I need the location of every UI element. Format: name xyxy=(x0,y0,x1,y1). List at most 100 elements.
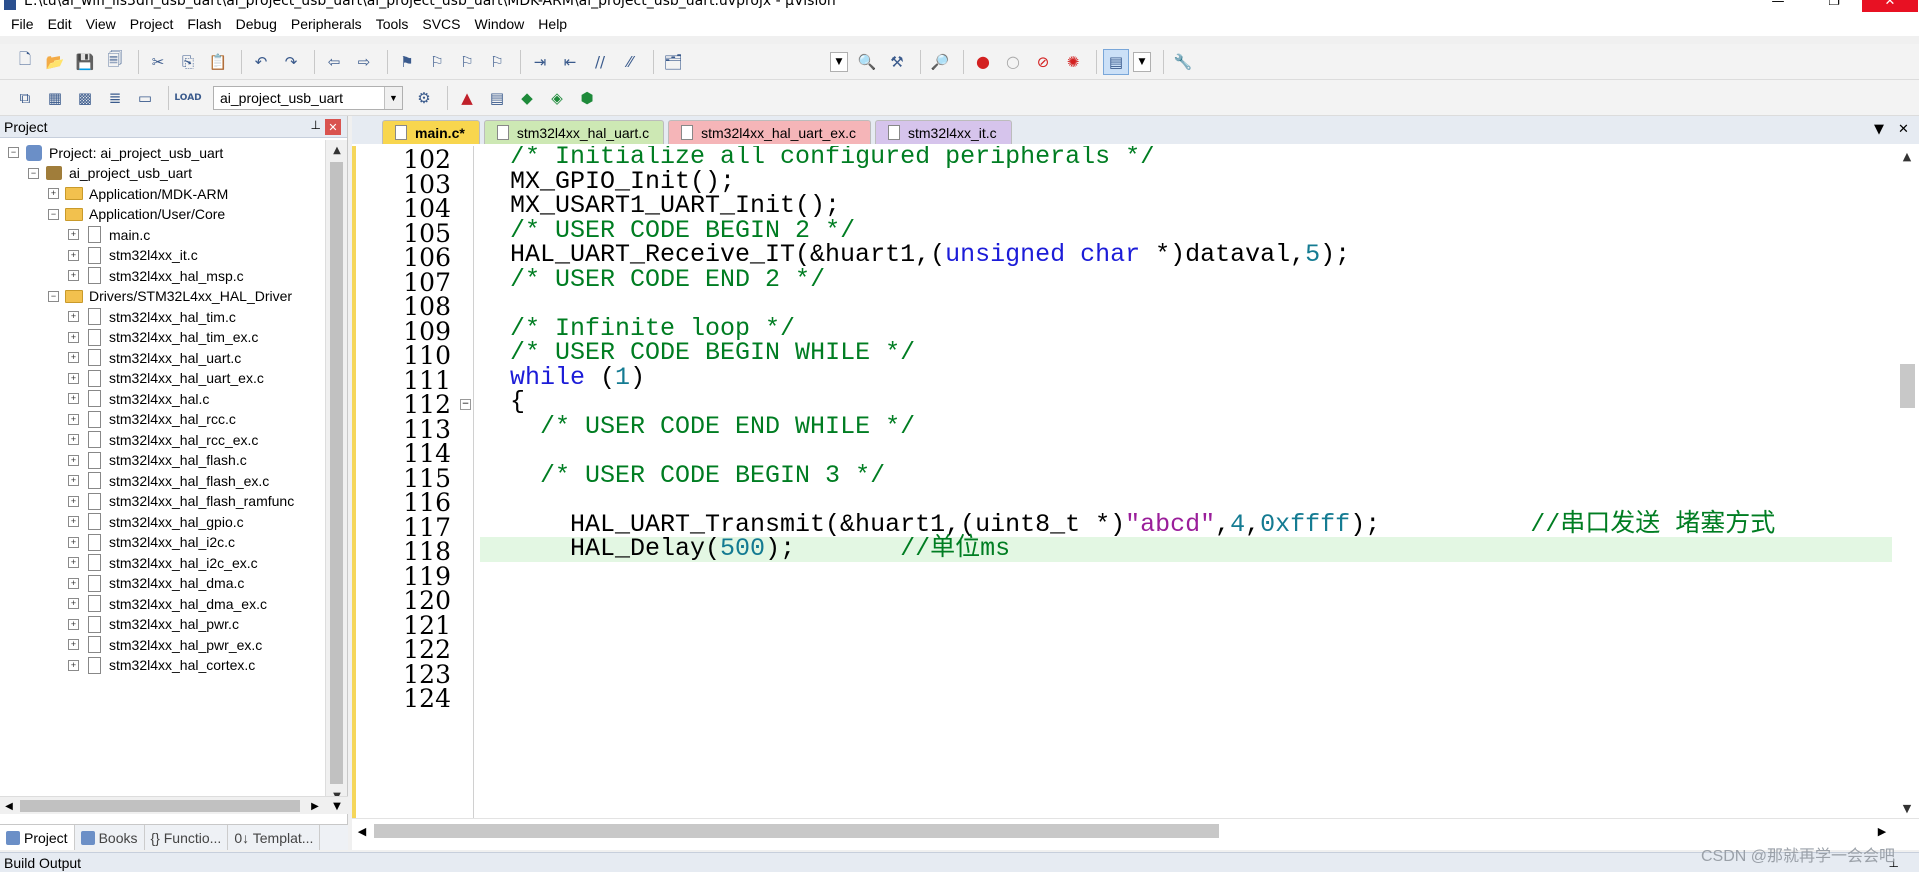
find-dropdown-arrow[interactable]: ▼ xyxy=(830,51,848,72)
collapse-icon[interactable]: − xyxy=(48,208,59,220)
scrollbar-thumb[interactable] xyxy=(330,162,343,784)
menu-edit[interactable]: Edit xyxy=(41,16,79,32)
code-line[interactable] xyxy=(480,611,1892,636)
menu-svcs[interactable]: SVCS xyxy=(415,16,467,32)
paste-icon[interactable]: 📋 xyxy=(205,49,231,75)
menu-tools[interactable]: Tools xyxy=(369,16,416,32)
download-icon[interactable]: LOAD xyxy=(174,85,201,111)
expand-icon[interactable]: + xyxy=(68,516,79,527)
incremental-find-icon[interactable]: ⚒ xyxy=(884,49,910,75)
new-file-icon[interactable]: 🗋 xyxy=(12,49,38,75)
window-layout-icon[interactable]: ▤ xyxy=(1103,48,1129,75)
scroll-right-arrow[interactable]: ▶ xyxy=(306,797,324,815)
code-line[interactable] xyxy=(480,684,1892,709)
code-line[interactable]: /* USER CODE BEGIN WHILE */ xyxy=(480,340,1892,366)
bookmark-clear-icon[interactable]: ⚐ xyxy=(484,49,510,75)
scrollbar-thumb[interactable] xyxy=(20,800,300,812)
bookmark-toggle-icon[interactable]: ⚑ xyxy=(394,49,420,75)
undo-icon[interactable]: ↶ xyxy=(248,49,274,75)
find-icon[interactable]: 🔍 xyxy=(854,49,880,75)
scrollbar-thumb[interactable] xyxy=(1900,364,1915,408)
target-select[interactable]: ai_project_usb_uart ▼ xyxy=(213,85,403,110)
expand-icon[interactable]: + xyxy=(68,270,79,281)
save-icon[interactable]: 💾 xyxy=(72,49,98,75)
panel-tab-functions[interactable]: {} Functio... xyxy=(145,825,229,850)
expand-icon[interactable]: + xyxy=(68,598,79,609)
pack-installer-icon[interactable]: ⬢ xyxy=(574,85,600,111)
code-line[interactable]: /* USER CODE END 2 */ xyxy=(480,267,1892,293)
target-options-icon[interactable]: ⚙ xyxy=(411,85,437,111)
expand-icon[interactable]: + xyxy=(68,618,79,630)
window-layout-dropdown-arrow[interactable]: ▼ xyxy=(1133,51,1151,72)
scroll-left-arrow[interactable]: ◀ xyxy=(0,797,18,815)
save-all-icon[interactable]: 🗐 xyxy=(102,49,128,75)
enable-breakpoint-icon[interactable]: ○ xyxy=(1000,49,1026,75)
redo-icon[interactable]: ↷ xyxy=(278,49,304,75)
menu-file[interactable]: File xyxy=(4,16,41,32)
collapse-icon[interactable]: − xyxy=(28,167,39,179)
code-line[interactable] xyxy=(480,635,1892,660)
scroll-up-arrow[interactable]: ▲ xyxy=(326,140,348,160)
menu-debug[interactable]: Debug xyxy=(229,16,284,32)
expand-icon[interactable]: + xyxy=(68,249,79,261)
project-tree-vertical-scrollbar[interactable]: ▲ ▼ xyxy=(325,140,347,808)
expand-icon[interactable]: + xyxy=(68,659,79,671)
unindent-icon[interactable]: ⇤ xyxy=(557,49,583,75)
debug-session-icon[interactable]: 🔎 xyxy=(927,49,953,75)
editor-tab[interactable]: stm32l4xx_it.c xyxy=(874,120,1012,144)
expand-icon[interactable]: + xyxy=(48,188,59,199)
expand-icon[interactable]: + xyxy=(68,495,79,507)
expand-icon[interactable]: + xyxy=(68,577,79,589)
project-tree-horizontal-scrollbar[interactable]: ◀ ▶ ▼ xyxy=(0,796,348,814)
close-window-button[interactable]: ✕ xyxy=(1862,0,1918,12)
batch-build-icon[interactable]: ≣ xyxy=(102,85,128,111)
expand-icon[interactable]: + xyxy=(68,536,79,548)
close-tab-button[interactable]: ✕ xyxy=(1898,122,1909,137)
code-line[interactable]: /* USER CODE END WHILE */ xyxy=(480,414,1892,440)
tab-list-dropdown-arrow[interactable]: ▼ xyxy=(1874,122,1884,137)
menu-peripherals[interactable]: Peripherals xyxy=(284,16,369,32)
panel-tab-project[interactable]: Project xyxy=(0,825,75,850)
menu-help[interactable]: Help xyxy=(531,16,574,32)
expand-icon[interactable]: + xyxy=(68,475,79,486)
editor-horizontal-scrollbar[interactable]: ◀ ▶ xyxy=(352,818,1919,842)
open-file-icon[interactable]: 📂 xyxy=(42,49,68,75)
code-line[interactable] xyxy=(480,586,1892,611)
code-line[interactable]: /* USER CODE BEGIN 3 */ xyxy=(480,463,1892,489)
editor-vertical-scrollbar[interactable]: ▲ ▼ xyxy=(1895,146,1919,818)
menu-window[interactable]: Window xyxy=(468,16,532,32)
copy-icon[interactable]: ⎘ xyxy=(175,49,201,75)
manage-project-items-icon[interactable]: ▲ xyxy=(454,85,480,111)
collapse-icon[interactable]: − xyxy=(48,290,59,302)
collapse-icon[interactable]: − xyxy=(8,147,19,158)
tree-item[interactable]: + stm32l4xx_hal_cortex.c xyxy=(0,653,255,678)
current-code-line[interactable]: HAL_Delay(500); //单位ms xyxy=(480,536,1892,562)
configure-icon[interactable]: 🔧 xyxy=(1170,49,1196,75)
editor-tab[interactable]: stm32l4xx_hal_uart.c xyxy=(483,120,665,144)
target-dropdown-arrow[interactable]: ▼ xyxy=(384,86,402,109)
scroll-left-arrow[interactable]: ◀ xyxy=(352,821,372,841)
expand-icon[interactable]: + xyxy=(68,311,79,322)
scroll-right-arrow[interactable]: ▶ xyxy=(1872,821,1892,841)
expand-icon[interactable]: + xyxy=(68,557,79,568)
code-line[interactable] xyxy=(480,562,1892,587)
panel-tab-templates[interactable]: 0↓ Templat... xyxy=(228,825,321,850)
maximize-button[interactable]: ❐ xyxy=(1806,0,1862,12)
scrollbar-thumb[interactable] xyxy=(374,824,1219,838)
code-area[interactable]: 102 103 104 105 106 107 108 109 110 111 112−113 114… xyxy=(352,146,1892,818)
file-extensions-icon[interactable]: ▤ xyxy=(484,85,510,111)
scroll-down-arrow[interactable]: ▼ xyxy=(1895,798,1919,818)
stop-build-icon[interactable]: ▭ xyxy=(132,85,158,111)
expand-icon[interactable]: + xyxy=(68,331,79,343)
menu-view[interactable]: View xyxy=(79,16,123,32)
expand-icon[interactable]: + xyxy=(68,639,79,650)
indent-icon[interactable]: ⇥ xyxy=(527,49,553,75)
translate-icon[interactable]: ⧉ xyxy=(12,85,38,111)
menu-flash[interactable]: Flash xyxy=(180,16,228,32)
comment-icon[interactable]: // xyxy=(587,49,613,75)
editor-tab[interactable]: stm32l4xx_hal_uart_ex.c xyxy=(668,120,871,144)
expand-icon[interactable]: + xyxy=(68,434,79,445)
minimize-button[interactable]: — xyxy=(1750,0,1806,12)
editor-tab[interactable]: main.c* xyxy=(382,120,480,144)
uncomment-icon[interactable]: ⁄⁄ xyxy=(617,49,643,75)
